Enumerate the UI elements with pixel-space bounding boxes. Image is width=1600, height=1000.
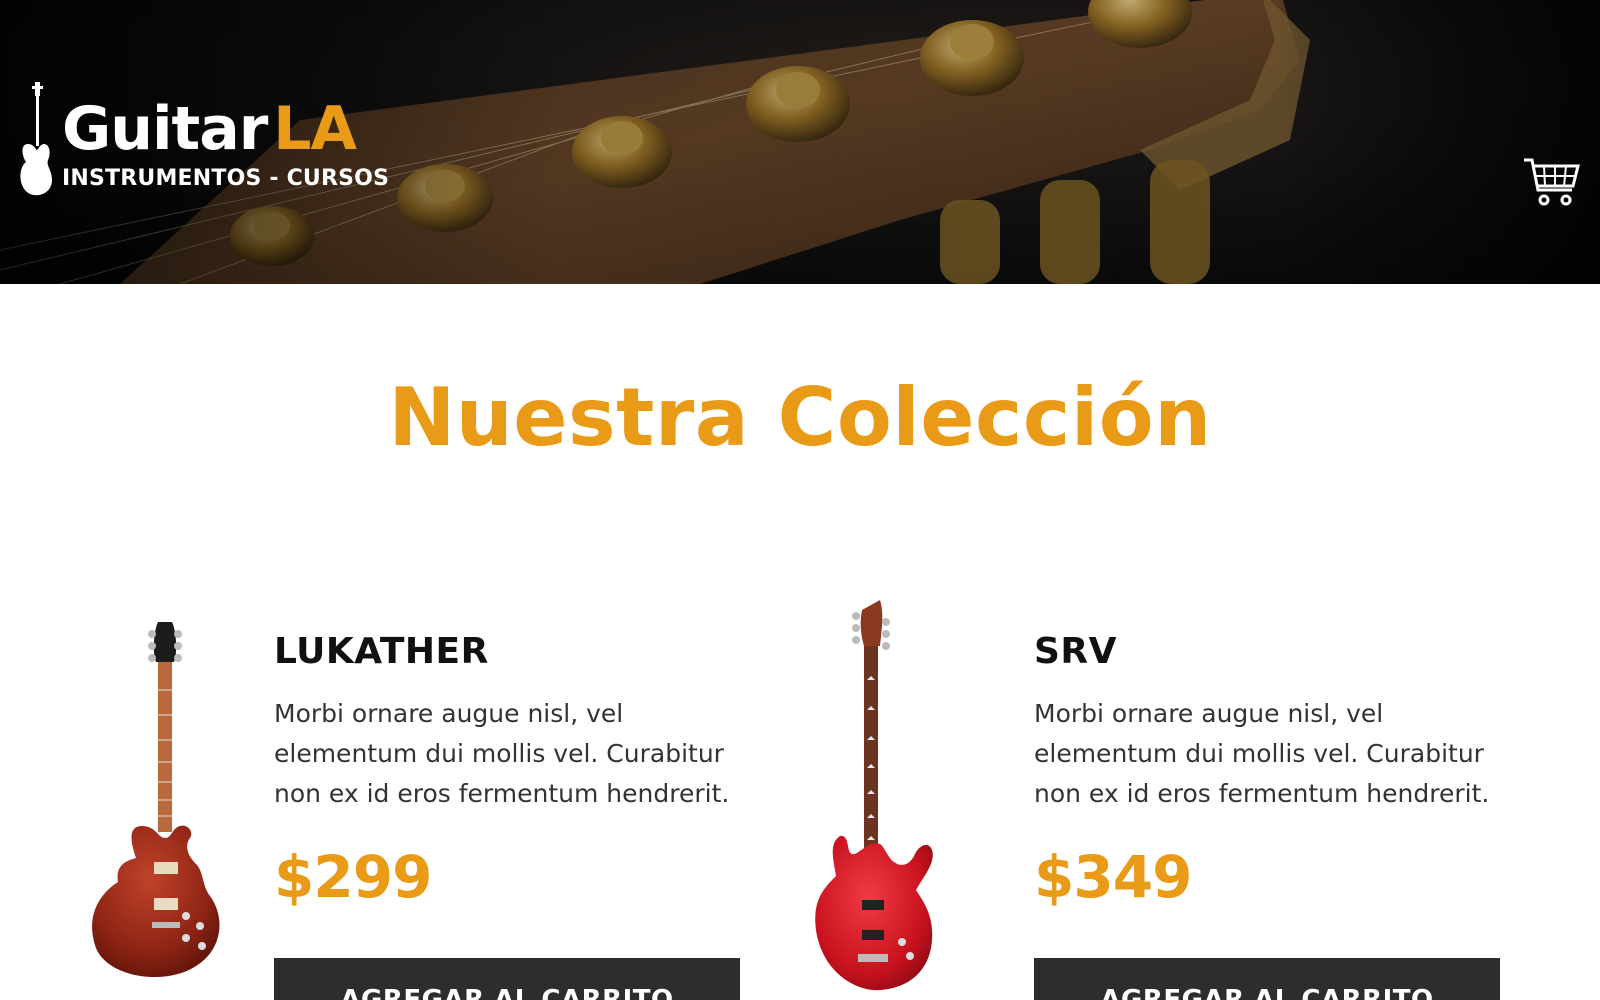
- site-logo[interactable]: Guitar LA INSTRUMENTOS - CURSOS: [18, 78, 390, 198]
- cart-button[interactable]: [1522, 156, 1582, 208]
- product-description: Morbi ornare augue nisl, vel elementum d…: [274, 699, 730, 808]
- site-header: Guitar LA INSTRUMENTOS - CURSOS: [0, 0, 1600, 284]
- product-info: SRV Morbi ornare augue nisl, vel element…: [1034, 630, 1504, 912]
- logo-word-main: Guitar: [62, 94, 268, 164]
- product-card: LUKATHER Morbi ornare augue nisl, vel el…: [46, 600, 786, 1000]
- guitar-strat-image: [815, 600, 933, 991]
- page-title: Nuestra Colección: [388, 371, 1212, 464]
- product-name: SRV: [1034, 631, 1118, 672]
- guitar-lespaul-image: [92, 622, 220, 978]
- product-description: Morbi ornare augue nisl, vel elementum d…: [1034, 699, 1490, 808]
- product-info: LUKATHER Morbi ornare augue nisl, vel el…: [274, 630, 744, 912]
- product-name: LUKATHER: [274, 631, 489, 672]
- guitar-logo-icon: [20, 82, 52, 196]
- cart-icon: [1524, 158, 1580, 206]
- add-to-cart-button[interactable]: AGREGAR AL CARRITO: [274, 958, 740, 1000]
- product-card: SRV Morbi ornare augue nisl, vel element…: [806, 600, 1546, 1000]
- logo-word-accent: LA: [273, 94, 357, 164]
- logo-tagline: INSTRUMENTOS - CURSOS: [62, 166, 390, 191]
- product-price: $349: [1034, 843, 1192, 911]
- logo-wordmark: Guitar LA: [62, 94, 357, 164]
- product-price: $299: [274, 843, 432, 911]
- add-to-cart-button[interactable]: AGREGAR AL CARRITO: [1034, 958, 1500, 1000]
